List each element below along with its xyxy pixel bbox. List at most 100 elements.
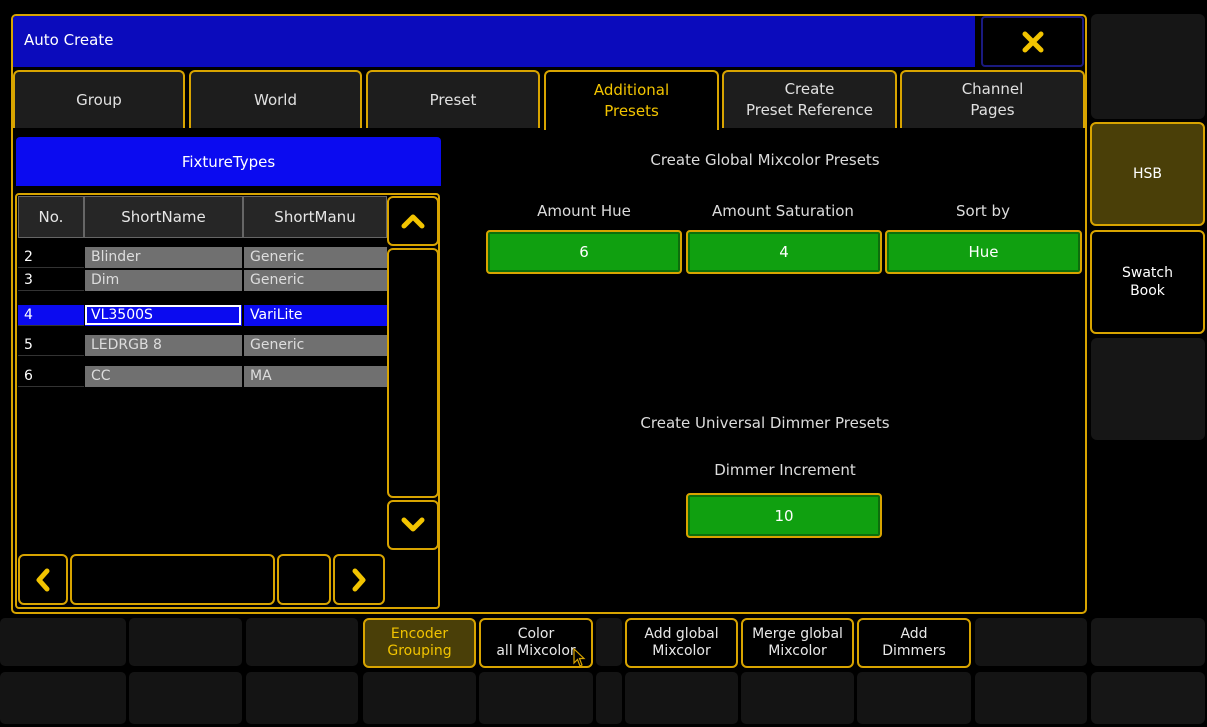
sort-by-button[interactable]: Hue bbox=[885, 230, 1082, 274]
color-all-mixcolor-line1: Color bbox=[517, 626, 555, 642]
fixture-types-header: FixtureTypes bbox=[16, 137, 441, 186]
bottom-empty-cell bbox=[246, 618, 358, 666]
tab-world[interactable]: World bbox=[189, 70, 362, 128]
cell-no: 4 bbox=[18, 305, 84, 326]
mixcolor-section-title: Create Global Mixcolor Presets bbox=[650, 151, 880, 169]
horizontal-scrollbar-segment[interactable] bbox=[277, 554, 331, 605]
merge-global-mixcolor-line2: Mixcolor bbox=[768, 643, 827, 659]
swatch-book-line2: Book bbox=[1130, 283, 1165, 299]
fixture-types-title: FixtureTypes bbox=[181, 152, 276, 171]
table-row-selected[interactable]: 4 VL3500S VariLite bbox=[18, 305, 387, 327]
cell-shortname: Blinder bbox=[85, 247, 242, 268]
cell-no: 3 bbox=[18, 270, 84, 291]
bottom-empty-cell bbox=[625, 672, 738, 724]
encoder-grouping-button[interactable]: Encoder Grouping bbox=[363, 618, 476, 668]
scroll-right-button[interactable] bbox=[333, 554, 385, 605]
chevron-right-icon bbox=[352, 568, 366, 591]
swatch-book-line1: Swatch bbox=[1122, 265, 1173, 281]
amount-saturation-button[interactable]: 4 bbox=[686, 230, 882, 274]
amount-hue-button[interactable]: 6 bbox=[486, 230, 682, 274]
tab-world-label: World bbox=[254, 90, 297, 109]
vertical-scrollbar-track[interactable] bbox=[387, 248, 439, 498]
merge-global-mixcolor-line1: Merge global bbox=[752, 626, 843, 642]
tab-preset[interactable]: Preset bbox=[366, 70, 540, 128]
cell-shortname: Dim bbox=[85, 270, 242, 291]
tab-preset-label: Preset bbox=[429, 90, 477, 109]
cell-shortmanu: Generic bbox=[244, 270, 387, 291]
hsb-button[interactable]: HSB bbox=[1090, 122, 1205, 226]
tab-channel-pages-line1: Channel bbox=[961, 80, 1024, 98]
dimmer-increment-button[interactable]: 10 bbox=[686, 493, 882, 538]
cell-shortmanu: VariLite bbox=[244, 305, 387, 326]
tab-additional-presets-line1: Additional bbox=[593, 81, 670, 99]
chevron-down-icon bbox=[401, 517, 425, 532]
tab-create-preset-reference-line1: Create bbox=[784, 80, 835, 98]
encoder-grouping-line2: Grouping bbox=[387, 643, 452, 659]
title-bar bbox=[13, 16, 975, 67]
cell-shortmanu: Generic bbox=[244, 247, 387, 268]
column-header-shortname[interactable]: ShortName bbox=[84, 196, 243, 238]
column-header-no[interactable]: No. bbox=[18, 196, 84, 238]
horizontal-scrollbar-track[interactable] bbox=[70, 554, 275, 605]
bottom-empty-cell bbox=[741, 672, 854, 724]
mouse-cursor-icon bbox=[573, 648, 586, 667]
add-dimmers-line2: Dimmers bbox=[882, 643, 946, 659]
scroll-left-button[interactable] bbox=[18, 554, 68, 605]
tab-create-preset-reference-line2: Preset Reference bbox=[745, 101, 874, 119]
tab-additional-presets-line2: Presets bbox=[604, 102, 659, 120]
bottom-empty-cell bbox=[129, 672, 242, 724]
cell-shortname: LEDRGB 8 bbox=[85, 335, 242, 356]
merge-global-mixcolor-button[interactable]: Merge global Mixcolor bbox=[741, 618, 854, 668]
encoder-grouping-line1: Encoder bbox=[390, 626, 449, 642]
cell-shortmanu: MA bbox=[244, 366, 387, 387]
color-all-mixcolor-line2: all Mixcolor bbox=[496, 643, 576, 659]
hsb-label: HSB bbox=[1132, 166, 1163, 182]
tab-channel-pages-line2: Pages bbox=[970, 101, 1015, 119]
dimmer-section-title: Create Universal Dimmer Presets bbox=[640, 414, 890, 432]
amount-saturation-label: Amount Saturation bbox=[712, 202, 854, 220]
bottom-empty-cell bbox=[479, 672, 593, 724]
add-dimmers-button[interactable]: Add Dimmers bbox=[857, 618, 971, 668]
table-row[interactable]: 6 CC MA bbox=[18, 366, 387, 388]
chevron-left-icon bbox=[36, 568, 50, 591]
tab-group[interactable]: Group bbox=[13, 70, 185, 128]
add-global-mixcolor-line2: Mixcolor bbox=[652, 643, 711, 659]
tab-channel-pages[interactable]: Channel Pages bbox=[900, 70, 1085, 128]
bottom-empty-cell bbox=[0, 618, 126, 666]
side-empty-slot bbox=[1091, 672, 1205, 724]
table-row[interactable]: 3 Dim Generic bbox=[18, 270, 387, 292]
table-row[interactable]: 2 Blinder Generic bbox=[18, 247, 387, 269]
tab-group-label: Group bbox=[76, 90, 122, 109]
bottom-empty-cell bbox=[857, 672, 971, 724]
bottom-empty-cell bbox=[129, 618, 242, 666]
scroll-down-button[interactable] bbox=[387, 500, 439, 550]
bottom-empty-cell bbox=[596, 618, 622, 666]
bottom-empty-cell bbox=[975, 672, 1087, 724]
bottom-empty-cell bbox=[363, 672, 476, 724]
cell-no: 6 bbox=[18, 366, 84, 387]
cell-shortmanu: Generic bbox=[244, 335, 387, 356]
amount-hue-label: Amount Hue bbox=[537, 202, 631, 220]
column-header-shortmanu[interactable]: ShortManu bbox=[243, 196, 387, 238]
scroll-up-button[interactable] bbox=[387, 196, 439, 246]
bottom-empty-cell bbox=[246, 672, 358, 724]
bottom-empty-cell bbox=[975, 618, 1087, 666]
bottom-empty-cell bbox=[0, 672, 126, 724]
add-global-mixcolor-button[interactable]: Add global Mixcolor bbox=[625, 618, 738, 668]
swatch-book-button[interactable]: Swatch Book bbox=[1090, 230, 1205, 334]
add-global-mixcolor-line1: Add global bbox=[644, 626, 719, 642]
bottom-empty-cell bbox=[596, 672, 622, 724]
dimmer-increment-label: Dimmer Increment bbox=[714, 461, 856, 479]
tab-create-preset-reference[interactable]: Create Preset Reference bbox=[722, 70, 897, 128]
cell-shortname: CC bbox=[85, 366, 242, 387]
close-button[interactable] bbox=[981, 16, 1084, 67]
shortname-edit-field[interactable]: VL3500S bbox=[85, 305, 241, 325]
window-title: Auto Create bbox=[24, 31, 114, 49]
side-empty-slot bbox=[1091, 14, 1205, 119]
cell-no: 2 bbox=[18, 247, 84, 268]
cell-shortname[interactable]: VL3500S bbox=[85, 305, 242, 326]
side-empty-slot bbox=[1091, 618, 1205, 666]
add-dimmers-line1: Add bbox=[900, 626, 928, 642]
tab-additional-presets[interactable]: Additional Presets bbox=[544, 70, 719, 130]
table-row[interactable]: 5 LEDRGB 8 Generic bbox=[18, 335, 387, 357]
